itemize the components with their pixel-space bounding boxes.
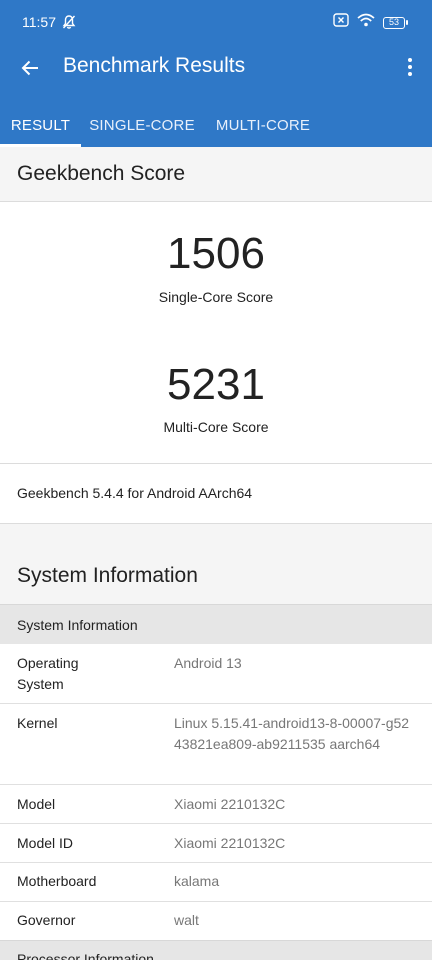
back-button[interactable] — [14, 52, 46, 84]
info-row-model: Model Xiaomi 2210132C — [0, 785, 432, 824]
status-time: 11:57 — [22, 14, 56, 30]
sim-error-icon — [333, 13, 349, 32]
single-core-score-label: Single-Core Score — [158, 289, 274, 305]
app-bar: 11:57 53 Benchmark Results RESULT SINGLE… — [0, 0, 432, 147]
status-bar: 11:57 53 — [0, 0, 432, 44]
row-key: Model ID — [17, 835, 74, 851]
info-row-operating-system: Operating System Android 13 — [0, 644, 432, 704]
score-section-header: Geekbench Score — [0, 147, 432, 202]
multi-core-score-label: Multi-Core Score — [163, 419, 269, 435]
info-row-motherboard: Motherboard kalama — [0, 863, 432, 902]
tab-multi-core[interactable]: MULTI-CORE — [203, 103, 323, 147]
row-value: Xiaomi 2210132C — [174, 796, 286, 812]
mute-notification-icon — [61, 14, 77, 30]
processor-info-subheader: Processor Information — [0, 940, 432, 960]
battery-icon: 53 — [383, 16, 408, 29]
row-key: Operating System — [17, 655, 79, 692]
row-value: Linux 5.15.41-android13-8-00007-g5243821… — [174, 715, 410, 752]
system-info-subheader-label: System Information — [17, 617, 138, 633]
info-row-kernel: Kernel Linux 5.15.41-android13-8-00007-g… — [0, 704, 432, 785]
system-info-header: System Information — [0, 524, 432, 604]
processor-info-subheader-label: Processor Information — [17, 951, 154, 960]
row-key: Model — [17, 796, 56, 812]
tab-bar: RESULT SINGLE-CORE MULTI-CORE — [0, 103, 432, 147]
multi-core-score: 5231 — [167, 360, 265, 409]
wifi-icon — [357, 13, 375, 32]
row-key: Kernel — [17, 715, 58, 731]
version-row: Geekbench 5.4.4 for Android AArch64 — [0, 464, 432, 524]
tab-result[interactable]: RESULT — [0, 103, 81, 147]
score-panel: 1506 Single-Core Score 5231 Multi-Core S… — [0, 202, 432, 464]
info-row-model-id: Model ID Xiaomi 2210132C — [0, 824, 432, 863]
row-value: kalama — [174, 873, 220, 889]
row-value: walt — [174, 912, 199, 928]
back-arrow-icon — [21, 60, 38, 76]
info-row-governor: Governor walt — [0, 902, 432, 940]
system-info-title: System Information — [17, 564, 198, 587]
row-value: Xiaomi 2210132C — [174, 835, 286, 851]
battery-level: 53 — [383, 16, 405, 29]
score-section-title: Geekbench Score — [17, 162, 186, 185]
row-key: Motherboard — [17, 873, 97, 889]
system-info-subheader: System Information — [0, 604, 432, 644]
version-text: Geekbench 5.4.4 for Android AArch64 — [17, 485, 253, 501]
more-options-button[interactable] — [400, 52, 420, 82]
row-value: Android 13 — [174, 655, 242, 671]
status-icons: 53 — [333, 13, 408, 32]
row-key: Governor — [17, 912, 76, 928]
tab-single-core[interactable]: SINGLE-CORE — [81, 103, 203, 147]
page-title: Benchmark Results — [63, 54, 246, 77]
more-vert-icon — [408, 58, 412, 76]
single-core-score: 1506 — [167, 229, 265, 278]
